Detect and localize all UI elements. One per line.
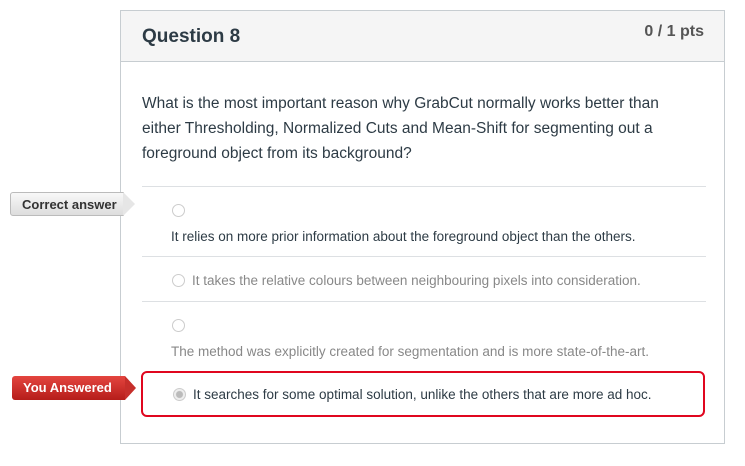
answer-option: It relies on more prior information abou…	[142, 186, 706, 256]
you-answered-label: You Answered	[12, 376, 136, 400]
answer-option: The method was explicitly created for se…	[142, 301, 706, 369]
radio-button	[172, 204, 185, 217]
answer-text: It takes the relative colours between ne…	[192, 273, 641, 288]
question-title: Question 8	[142, 26, 241, 47]
correct-answer-label: Correct answer	[10, 192, 135, 216]
question-text: What is the most important reason why Gr…	[142, 95, 659, 162]
question-points: 0 / 1 pts	[644, 23, 704, 40]
radio-button	[172, 319, 185, 332]
answer-option: It takes the relative colours between ne…	[142, 256, 706, 301]
answer-text: The method was explicitly created for se…	[171, 344, 649, 359]
answer-text: It relies on more prior information abou…	[171, 229, 636, 244]
question-header: Question 8 0 / 1 pts	[121, 11, 724, 62]
answer-text: It searches for some optimal solution, u…	[193, 387, 652, 402]
radio-button-selected	[173, 388, 186, 401]
question-card: Question 8 0 / 1 pts What is the most im…	[120, 10, 725, 444]
selected-answer-option: It searches for some optimal solution, u…	[141, 371, 705, 417]
radio-button	[172, 274, 185, 287]
